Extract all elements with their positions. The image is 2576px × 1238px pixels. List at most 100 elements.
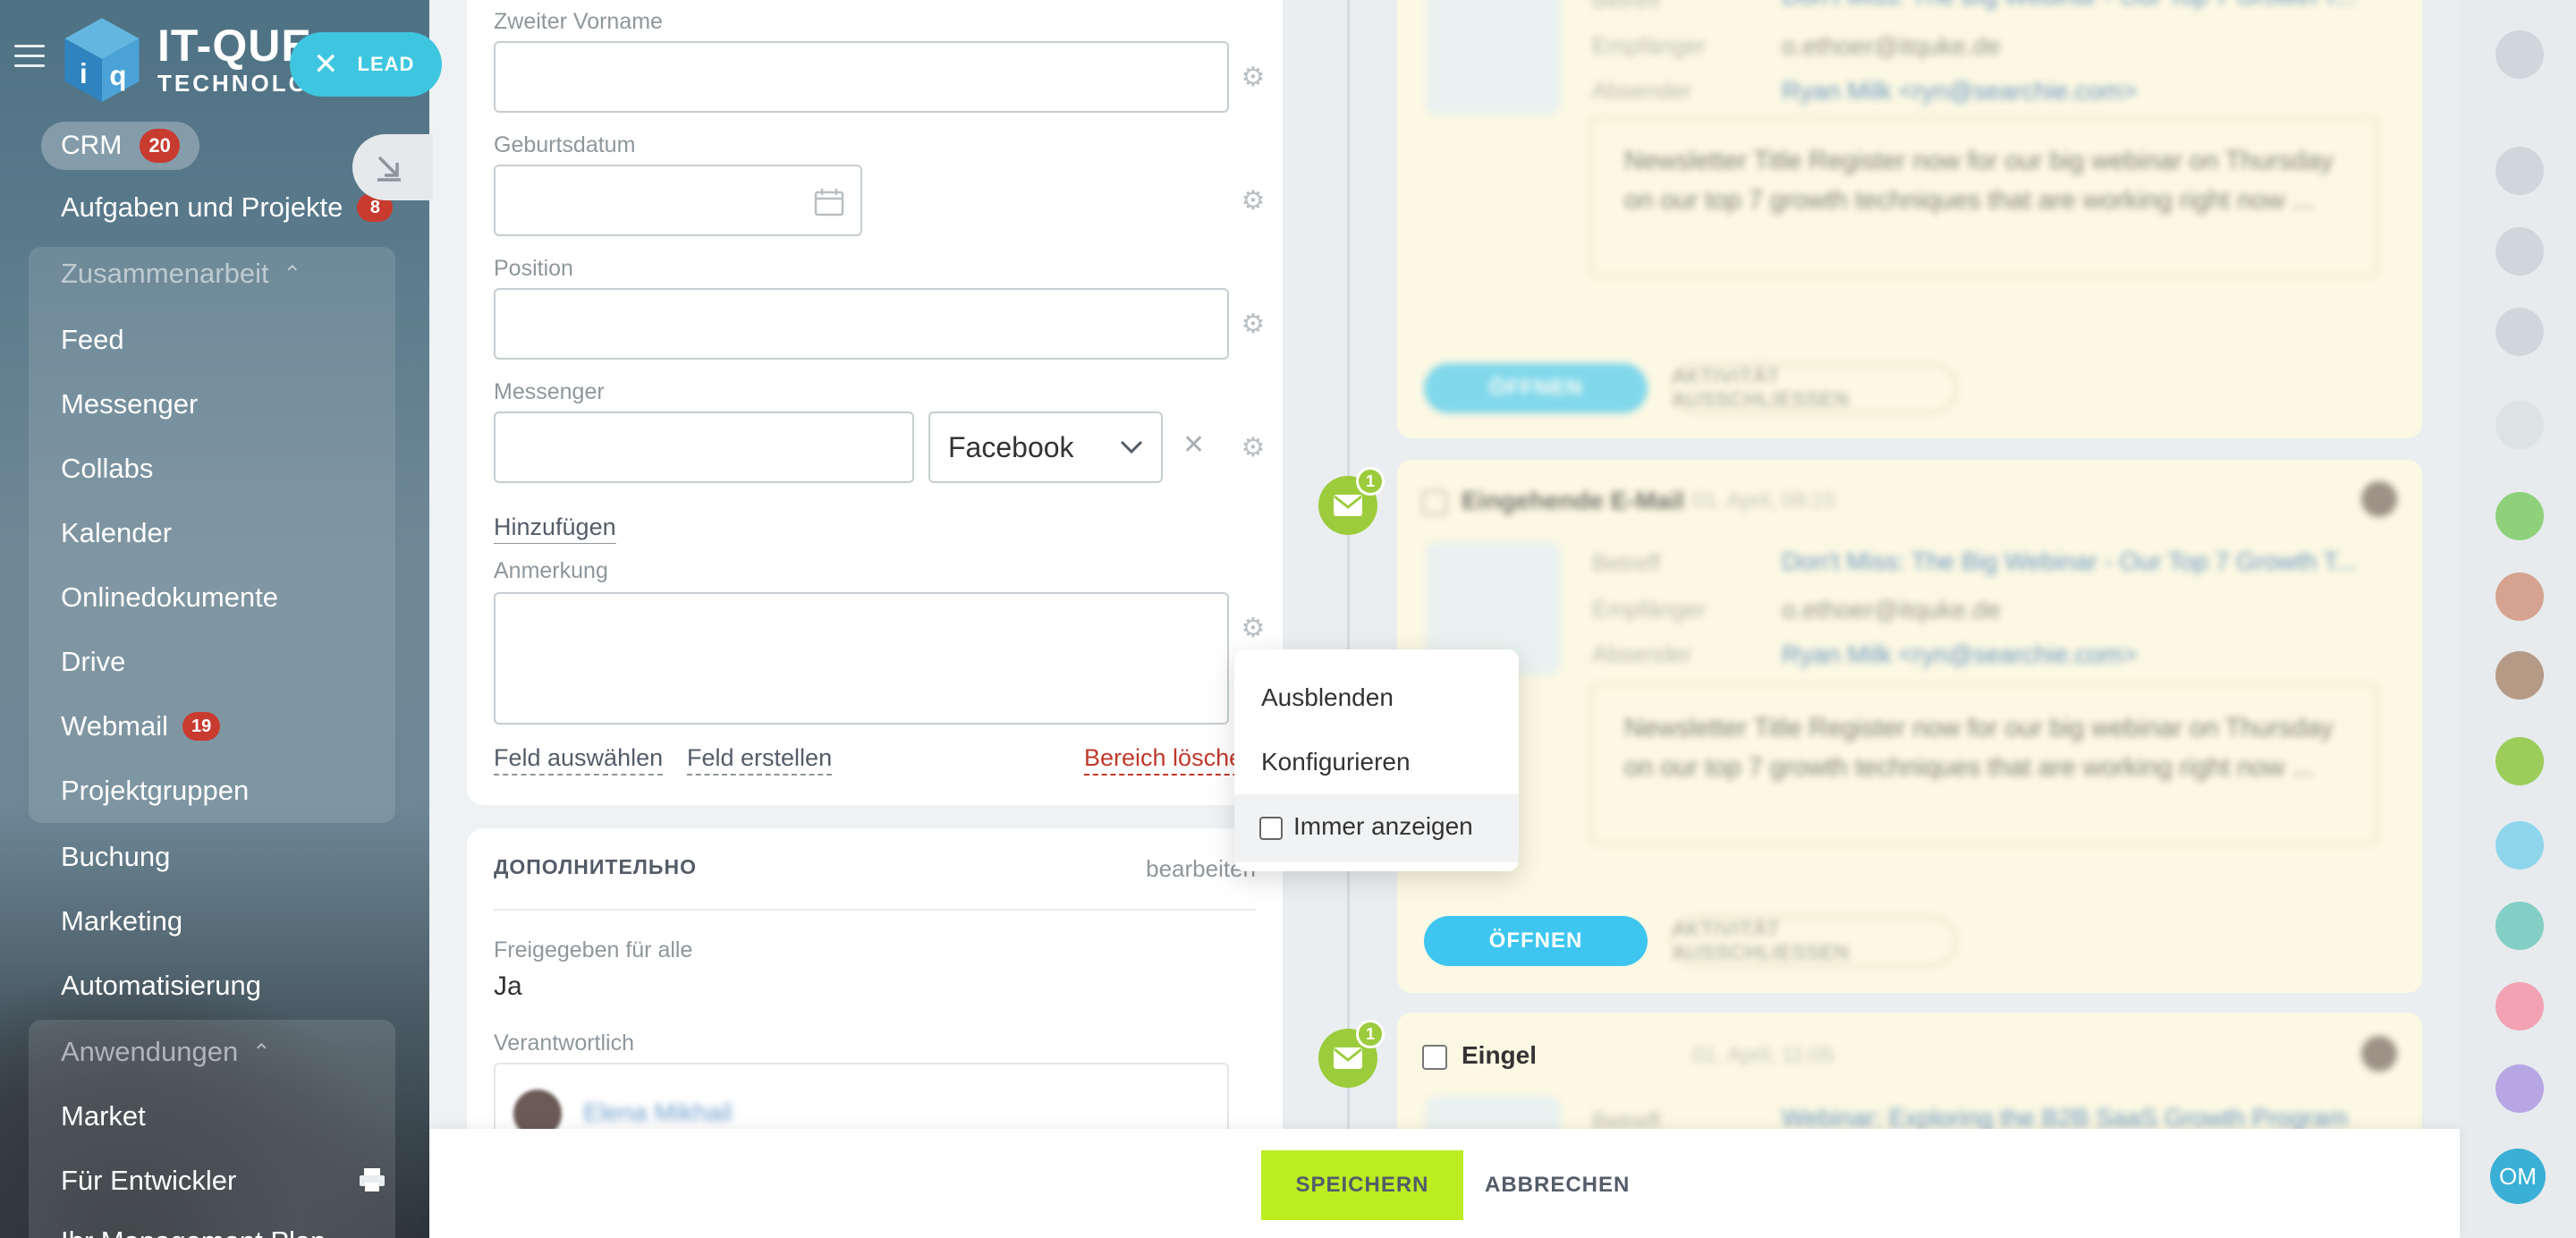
calendar-icon[interactable] — [2496, 308, 2544, 356]
svg-text:i: i — [80, 58, 88, 89]
printer-icon[interactable] — [358, 1166, 386, 1193]
messenger-type-select[interactable]: Facebook — [928, 411, 1163, 483]
sidebar-item-label: Automatisierung — [61, 970, 262, 1001]
sidebar-item-label: Messenger — [61, 388, 199, 420]
avatar — [2361, 1036, 2397, 1072]
sidebar-item-label: Market — [61, 1100, 146, 1132]
shared-value: Ja — [494, 971, 522, 1001]
cancel-button[interactable]: ABBRECHEN — [1485, 1150, 1630, 1220]
email-recipient: o.ethoer@itquke.de — [1782, 596, 2001, 623]
birthdate-label: Geburtsdatum — [494, 132, 636, 157]
gear-icon[interactable]: ⚙ — [1240, 188, 1267, 215]
minimize-slider-button[interactable] — [352, 134, 433, 200]
sidebar-group-label: Anwendungen — [61, 1036, 239, 1067]
sidebar-item-label: Buchung — [61, 841, 171, 872]
sidebar-item-label: Kalender — [61, 517, 173, 548]
menu-item-configure[interactable]: Konfigurieren — [1261, 748, 1411, 776]
save-button[interactable]: SPEICHERN — [1261, 1150, 1463, 1220]
email-icon: 1 — [1318, 1020, 1385, 1088]
contact-avatar-icon[interactable] — [2496, 651, 2544, 700]
sidebar-item-market[interactable]: Market — [61, 1100, 146, 1132]
user-avatar[interactable]: OM — [2490, 1149, 2546, 1204]
sidebar-item-label: Für Entwickler — [61, 1165, 237, 1196]
sidebar-item-crm[interactable]: CRM 20 — [41, 122, 199, 170]
birthdate-input[interactable] — [494, 165, 862, 236]
exclude-activity-button[interactable]: AKTIVITÄT AUSSCHLIESSEN — [1671, 916, 1957, 966]
notifications-icon[interactable] — [2496, 147, 2544, 195]
chat-icon[interactable] — [2496, 30, 2544, 79]
activity-type: Eingehende E-Mail — [1462, 1041, 1535, 1069]
contact-avatar-icon[interactable] — [2496, 1064, 2544, 1113]
sidebar-item-label: Collabs — [61, 453, 154, 484]
contact-avatar-icon[interactable] — [2496, 982, 2544, 1030]
messenger-input[interactable] — [494, 411, 914, 483]
sidebar-item-collabs[interactable]: Collabs — [61, 453, 153, 485]
sidebar-group-applications[interactable]: Anwendungen ⌃ — [61, 1036, 270, 1068]
email-count-badge: 1 — [1356, 1020, 1385, 1048]
gear-icon[interactable]: ⚙ — [1240, 435, 1267, 462]
sidebar-item-feed[interactable]: Feed — [61, 324, 124, 356]
menu-item-always-show[interactable]: Immer anzeigen — [1259, 812, 1473, 841]
contact-avatar-icon[interactable] — [2496, 492, 2544, 540]
create-field-link[interactable]: Feld erstellen — [687, 744, 833, 776]
form-footer: SPEICHERN ABBRECHEN — [429, 1129, 2460, 1238]
sidebar-item-drive[interactable]: Drive — [61, 646, 125, 678]
menu-item-hide[interactable]: Ausblenden — [1261, 683, 1394, 712]
logo-cube-icon: i q — [64, 18, 140, 102]
middle-name-input[interactable] — [494, 41, 1229, 113]
contact-avatar-icon[interactable] — [2496, 737, 2544, 785]
open-email-button[interactable]: ÖFFNEN — [1424, 916, 1648, 966]
remove-messenger-icon[interactable]: ✕ — [1182, 429, 1205, 461]
email-sender[interactable]: Ryan Milk <ryn@searchie.com> — [1782, 640, 2137, 669]
bell-icon[interactable] — [2496, 227, 2544, 276]
gear-icon[interactable]: ⚙ — [1240, 311, 1267, 338]
search-icon[interactable] — [2496, 401, 2544, 449]
activity-date: 01. April, 08:15 — [1692, 488, 1836, 513]
email-subject[interactable]: Don't Miss: The Big Webinar - Our Top 7 … — [1782, 547, 2357, 576]
open-email-button[interactable]: ÖFFNEN — [1424, 363, 1648, 413]
contact-avatar-icon[interactable] — [2496, 902, 2544, 950]
gear-icon[interactable]: ⚙ — [1240, 615, 1267, 642]
contact-avatar-icon[interactable] — [2496, 821, 2544, 869]
sidebar-item-label: Projektgruppen — [61, 775, 250, 806]
email-activity-card: Betreff Don't Miss: The Big Webinar - Ou… — [1397, 0, 2422, 438]
lead-button-label: LEAD — [357, 53, 415, 75]
sidebar-item-booking[interactable]: Buchung — [61, 841, 170, 873]
sidebar-item-label: CRM — [61, 131, 123, 160]
email-subject[interactable]: Don't Miss: The Big Webinar - Our Top 7 … — [1782, 0, 2357, 11]
shared-label: Freigegeben für alle — [494, 937, 693, 962]
close-lead-button[interactable]: ✕ LEAD — [290, 32, 442, 97]
sidebar-item-developers[interactable]: Für Entwickler — [61, 1165, 236, 1197]
company-logo[interactable]: i q IT-QUE TECHNOLOG — [55, 13, 330, 106]
activity-checkbox[interactable] — [1422, 490, 1447, 515]
always-show-checkbox[interactable] — [1259, 816, 1283, 840]
sidebar-item-calendar[interactable]: Kalender — [61, 517, 172, 549]
sidebar-item-online-docs[interactable]: Onlinedokumente — [61, 581, 278, 614]
sidebar-item-marketing[interactable]: Marketing — [61, 905, 182, 937]
exclude-activity-button[interactable]: AKTIVITÄT AUSSCHLIESSEN — [1671, 363, 1957, 413]
section-title: ДОПОЛНИТЕЛЬНО — [494, 855, 697, 878]
gear-icon[interactable]: ⚙ — [1240, 64, 1267, 91]
activity-date: 01. April, 11:05 — [1692, 1043, 1835, 1067]
sender-label: Absender — [1592, 77, 1692, 104]
calendar-icon[interactable] — [814, 188, 844, 216]
add-messenger-link[interactable]: Hinzufügen — [494, 513, 616, 544]
sidebar-item-project-groups[interactable]: Projektgruppen — [61, 775, 249, 807]
sidebar-group-collaboration[interactable]: Zusammenarbeit ⌃ — [61, 258, 301, 290]
sidebar-item-management-plan[interactable]: Ihr Management Plan — [61, 1225, 326, 1238]
email-sender[interactable]: Ryan Milk <ryn@searchie.com> — [1782, 77, 2137, 106]
contact-avatar-icon[interactable] — [2496, 572, 2544, 621]
select-field-link[interactable]: Feld auswählen — [494, 744, 664, 776]
responsible-name[interactable]: Elena Mikhail — [583, 1098, 733, 1127]
recipient-label: Empfänger — [1592, 596, 1707, 623]
position-input[interactable] — [494, 288, 1229, 360]
activity-checkbox[interactable] — [1422, 1045, 1447, 1070]
delete-section-link[interactable]: Bereich löschen — [1084, 744, 1257, 776]
sidebar-item-automation[interactable]: Automatisierung — [61, 970, 261, 1002]
sidebar-item-label: Aufgaben und Projekte — [61, 191, 343, 223]
sidebar-item-webmail[interactable]: Webmail 19 — [61, 710, 221, 742]
sidebar-item-tasks[interactable]: Aufgaben und Projekte 8 — [61, 191, 394, 224]
menu-icon[interactable] — [14, 45, 45, 68]
sidebar-item-messenger[interactable]: Messenger — [61, 388, 198, 420]
note-textarea[interactable] — [494, 592, 1229, 725]
